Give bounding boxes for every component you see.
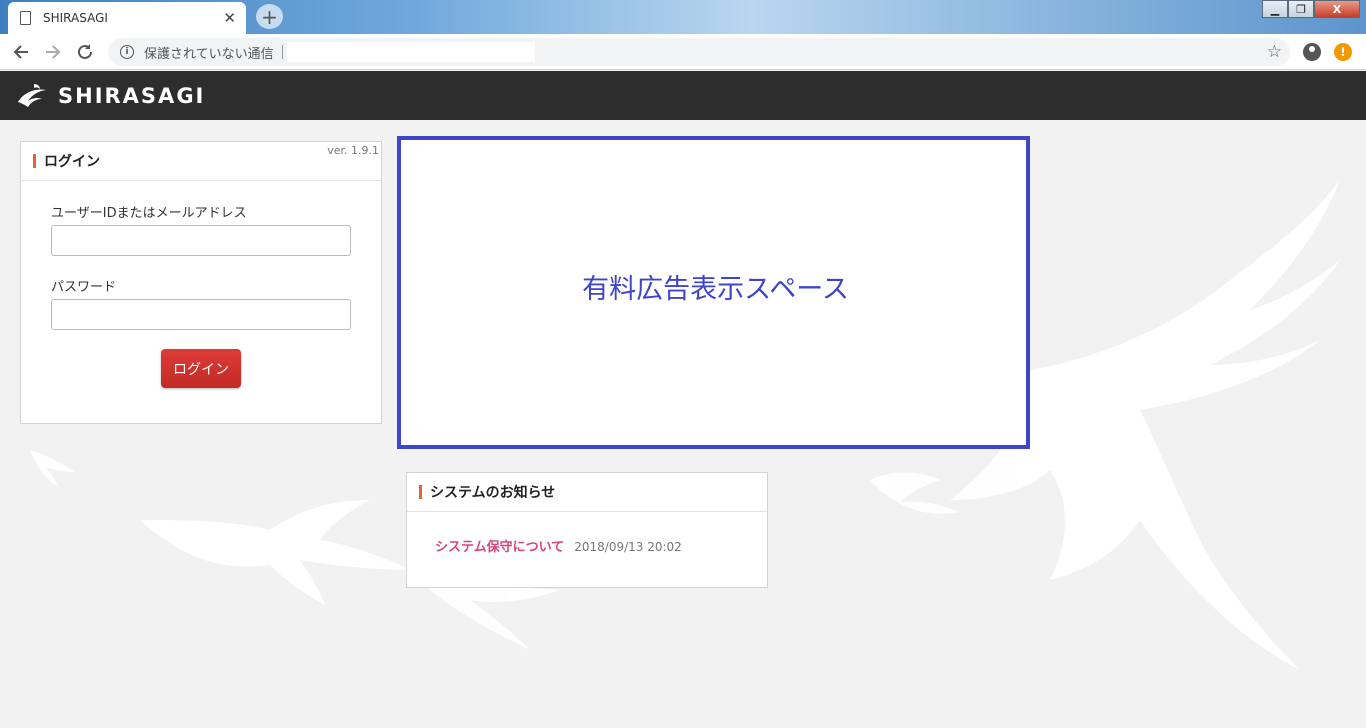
heading-accent-bar — [33, 154, 36, 168]
page-icon — [20, 11, 31, 25]
userid-input[interactable] — [51, 225, 351, 256]
url-field[interactable] — [286, 42, 535, 62]
profile-icon[interactable] — [1303, 43, 1321, 61]
notice-link[interactable]: システム保守について — [435, 536, 564, 555]
ad-space[interactable]: 有料広告表示スペース — [397, 136, 1030, 449]
forward-arrow-icon[interactable] — [42, 41, 64, 63]
address-bar[interactable]: i 保護されていない通信 — [108, 38, 1290, 66]
userid-label: ユーザーIDまたはメールアドレス — [51, 206, 247, 221]
version-label: ver. 1.9.1 — [327, 144, 379, 157]
login-panel-header: ログイン ver. 1.9.1 — [21, 142, 381, 181]
heading-accent-bar — [419, 485, 422, 499]
browser-tab[interactable]: SHIRASAGI ✕ — [8, 2, 246, 34]
site-header: SHIRASAGI — [0, 71, 1366, 120]
browser-tabbar: SHIRASAGI ✕ + ▁ ❐ X — [0, 0, 1366, 34]
notice-heading: システムのお知らせ — [430, 485, 556, 501]
new-tab-button[interactable]: + — [256, 4, 283, 29]
address-separator — [281, 45, 283, 59]
login-panel: ログイン ver. 1.9.1 ユーザーIDまたはメールアドレス パスワード ロ… — [20, 141, 382, 424]
ad-text: 有料広告表示スペース — [582, 274, 849, 305]
password-label: パスワード — [51, 280, 117, 295]
tab-close-icon[interactable]: ✕ — [223, 9, 236, 27]
window-controls: ▁ ❐ X — [1262, 0, 1360, 18]
list-item: システム保守について 2018/09/13 20:02 — [435, 536, 682, 555]
notice-panel: システムのお知らせ システム保守について 2018/09/13 20:02 — [406, 472, 768, 588]
login-button[interactable]: ログイン — [161, 349, 241, 388]
minimize-button[interactable]: ▁ — [1262, 0, 1288, 18]
window-close-button[interactable]: X — [1314, 0, 1360, 18]
back-arrow-icon[interactable] — [10, 41, 32, 63]
bookmark-star-icon[interactable]: ☆ — [1267, 42, 1282, 62]
restore-button[interactable]: ❐ — [1288, 0, 1314, 18]
info-icon[interactable]: i — [120, 45, 134, 59]
password-input[interactable] — [51, 299, 351, 330]
shirasagi-logo-icon — [18, 83, 46, 107]
notice-date: 2018/09/13 20:02 — [574, 540, 682, 554]
alert-icon[interactable]: ! — [1334, 43, 1352, 61]
login-heading: ログイン — [44, 154, 100, 170]
reload-icon[interactable] — [74, 41, 96, 63]
browser-toolbar: i 保護されていない通信 ☆ ! — [0, 34, 1366, 70]
tab-title: SHIRASAGI — [43, 11, 108, 25]
notice-panel-header: システムのお知らせ — [407, 473, 767, 512]
security-label: 保護されていない通信 — [144, 46, 274, 62]
logo-text: SHIRASAGI — [58, 83, 206, 108]
